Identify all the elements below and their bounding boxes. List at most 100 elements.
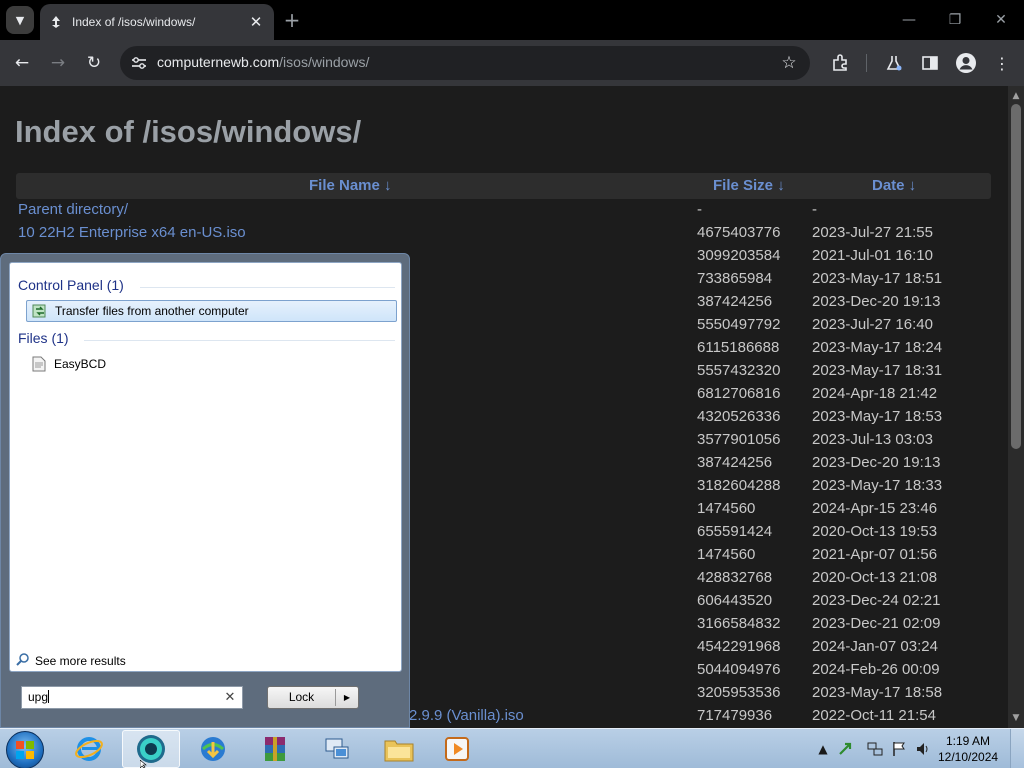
close-window-button[interactable]: ✕ <box>978 8 1024 32</box>
url-host: computernewb.com <box>157 54 280 70</box>
file-size-cell: 3577901056 <box>697 431 781 448</box>
side-panel-icon[interactable] <box>918 51 942 75</box>
back-button[interactable]: ← <box>8 49 36 77</box>
search-value: upg <box>28 690 49 704</box>
volume-icon[interactable] <box>914 740 932 758</box>
bookmark-star-icon[interactable]: ☆ <box>778 52 800 74</box>
extensions-icon[interactable] <box>828 51 852 75</box>
file-size-cell: 717479936 <box>697 707 773 724</box>
file-size-cell: 387424256 <box>697 454 773 471</box>
site-info-icon[interactable] <box>128 52 150 74</box>
network-icon[interactable] <box>308 730 366 768</box>
file-date-cell: 2023-Dec-20 19:13 <box>812 454 941 471</box>
windows-logo-icon <box>16 741 34 759</box>
see-more-label: See more results <box>35 653 126 668</box>
file-size-cell: 6812706816 <box>697 385 781 402</box>
search-query: upg <box>28 690 50 704</box>
browser-tab[interactable]: Index of /isos/windows/ ✕ <box>40 4 274 40</box>
minimize-button[interactable]: — <box>886 8 932 32</box>
file-name-link[interactable]: Parent directory/ <box>18 201 128 218</box>
column-date[interactable]: Date ↓ <box>872 177 916 194</box>
parent-directory-row: Parent directory/ - - <box>0 199 1008 222</box>
maximize-button[interactable]: ❐ <box>932 8 978 32</box>
clock-time: 1:19 AM <box>945 734 991 748</box>
system-clock[interactable]: 1:19 AM 12/10/2024 <box>938 733 998 765</box>
favicon-icon <box>48 14 64 30</box>
mouse-cursor-icon <box>140 760 147 768</box>
page-scrollbar[interactable]: ▲ ▼ <box>1008 86 1024 728</box>
scroll-up-icon[interactable]: ▲ <box>1008 88 1024 104</box>
search-results-panel: Control Panel (1) Transfer files from an… <box>9 262 402 672</box>
file-size-cell: 3166584832 <box>697 615 781 632</box>
media-player-icon[interactable] <box>428 730 486 768</box>
profile-avatar-icon[interactable] <box>954 51 978 75</box>
file-name-link[interactable]: 2.9.9 (Vanilla).iso <box>409 707 524 724</box>
toolbar-separator <box>866 54 867 72</box>
winrar-icon[interactable] <box>246 730 304 768</box>
file-name-link[interactable]: 10 22H2 Enterprise x64 en-US.iso <box>18 224 246 241</box>
show-hidden-icons-icon[interactable]: ▲ <box>814 740 832 758</box>
show-desktop-button[interactable] <box>1010 729 1024 768</box>
browser-toolbar: ← → ↻ computernewb.com/isos/windows/ ☆ ⋮ <box>0 40 1024 86</box>
table-header: File Name ↓ File Size ↓ Date ↓ <box>16 173 991 199</box>
download-manager-icon[interactable] <box>184 730 242 768</box>
result-transfer-files[interactable]: Transfer files from another computer <box>26 300 397 322</box>
lock-label: Lock <box>288 690 315 704</box>
file-date-cell: 2021-Apr-07 01:56 <box>812 546 938 563</box>
file-date-cell: 2023-May-17 18:51 <box>812 270 943 287</box>
group-header-files[interactable]: Files (1) <box>18 330 69 346</box>
download-tray-icon[interactable] <box>836 740 854 758</box>
lock-button[interactable]: Lock ▶ <box>267 686 359 709</box>
file-size-cell: 4542291968 <box>697 638 781 655</box>
reload-icon: ↻ <box>86 53 102 73</box>
new-tab-button[interactable]: + <box>282 8 302 32</box>
labs-flask-icon[interactable] <box>882 51 906 75</box>
text-caret <box>48 690 50 703</box>
file-date-cell: 2021-Jul-01 16:10 <box>812 247 933 264</box>
table-row: 10 22H2 Enterprise x64 en-US.iso 46754037… <box>0 222 1008 245</box>
file-size-cell: 3205953536 <box>697 684 781 701</box>
result-label: Transfer files from another computer <box>55 304 249 318</box>
column-file-size[interactable]: File Size ↓ <box>713 177 785 194</box>
start-button[interactable] <box>6 731 44 768</box>
forward-arrow-icon: → <box>50 53 66 73</box>
file-size-cell: - <box>697 201 702 218</box>
address-bar[interactable]: computernewb.com/isos/windows/ ☆ <box>120 46 810 80</box>
start-search-input[interactable]: upg ✕ <box>21 686 243 709</box>
page-title: Index of /isos/windows/ <box>15 114 362 149</box>
file-icon <box>30 355 48 373</box>
file-date-cell: 2020-Oct-13 19:53 <box>812 523 938 540</box>
file-size-cell: 1474560 <box>697 546 756 563</box>
tab-search-button[interactable]: ▼ <box>6 6 34 34</box>
see-more-results-link[interactable]: See more results <box>16 652 126 669</box>
tab-title: Index of /isos/windows/ <box>72 15 196 29</box>
column-file-name[interactable]: File Name ↓ <box>309 177 392 194</box>
group-header-control-panel[interactable]: Control Panel (1) <box>18 277 124 293</box>
tab-close-icon[interactable]: ✕ <box>246 12 266 32</box>
result-easybcd[interactable]: EasyBCD <box>26 353 397 375</box>
network-tray-icon[interactable] <box>866 740 884 758</box>
file-date-cell: 2023-May-17 18:24 <box>812 339 943 356</box>
chevron-down-icon: ▼ <box>15 13 25 27</box>
scroll-down-icon[interactable]: ▼ <box>1008 710 1024 726</box>
url-path: /isos/windows/ <box>279 54 370 70</box>
chrome-icon[interactable] <box>122 730 180 768</box>
file-date-cell: 2023-May-17 18:31 <box>812 362 943 379</box>
power-options-arrow-icon[interactable]: ▶ <box>336 687 358 708</box>
clear-search-icon[interactable]: ✕ <box>222 689 238 705</box>
explorer-icon[interactable] <box>370 730 428 768</box>
forward-button[interactable]: → <box>44 49 72 77</box>
scrollbar-thumb[interactable] <box>1011 104 1021 449</box>
file-date-cell: - <box>812 201 817 218</box>
file-size-cell: 1474560 <box>697 500 756 517</box>
file-size-cell: 4320526336 <box>697 408 781 425</box>
file-size-cell: 733865984 <box>697 270 773 287</box>
file-date-cell: 2024-Jan-07 03:24 <box>812 638 938 655</box>
action-center-flag-icon[interactable] <box>890 740 908 758</box>
file-size-cell: 4675403776 <box>697 224 781 241</box>
menu-kebab-icon[interactable]: ⋮ <box>990 51 1014 75</box>
internet-explorer-icon[interactable] <box>60 730 118 768</box>
back-arrow-icon: ← <box>14 53 30 73</box>
reload-button[interactable]: ↻ <box>80 49 108 77</box>
file-size-cell: 5044094976 <box>697 661 781 678</box>
